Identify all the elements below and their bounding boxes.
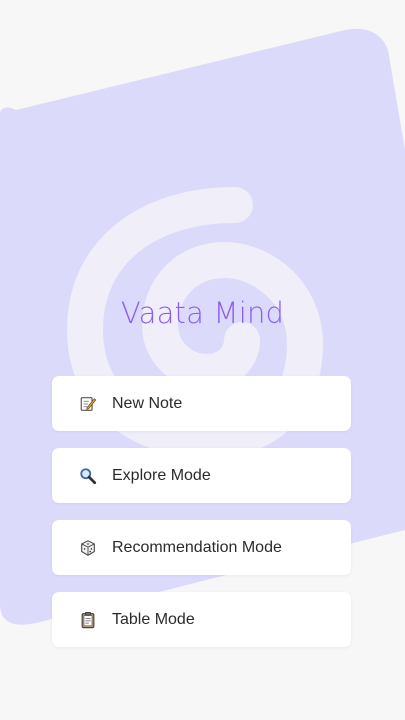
new-note-label: New Note — [112, 394, 183, 412]
explore-mode-label: Explore Mode — [112, 466, 211, 484]
mode-menu: New Note Explore Mode Recommendation Mod… — [52, 376, 351, 664]
recommendation-mode-button[interactable]: Recommendation Mode — [52, 520, 351, 575]
magnifier-icon — [78, 466, 98, 486]
memo-icon — [78, 394, 98, 414]
clipboard-icon — [78, 610, 98, 630]
recommendation-mode-label: Recommendation Mode — [112, 538, 282, 556]
app-title: Vaata Mind — [120, 296, 285, 330]
explore-mode-button[interactable]: Explore Mode — [52, 448, 351, 503]
table-mode-label: Table Mode — [112, 610, 195, 628]
dice-icon — [78, 538, 98, 558]
table-mode-button[interactable]: Table Mode — [52, 592, 351, 647]
new-note-button[interactable]: New Note — [52, 376, 351, 431]
